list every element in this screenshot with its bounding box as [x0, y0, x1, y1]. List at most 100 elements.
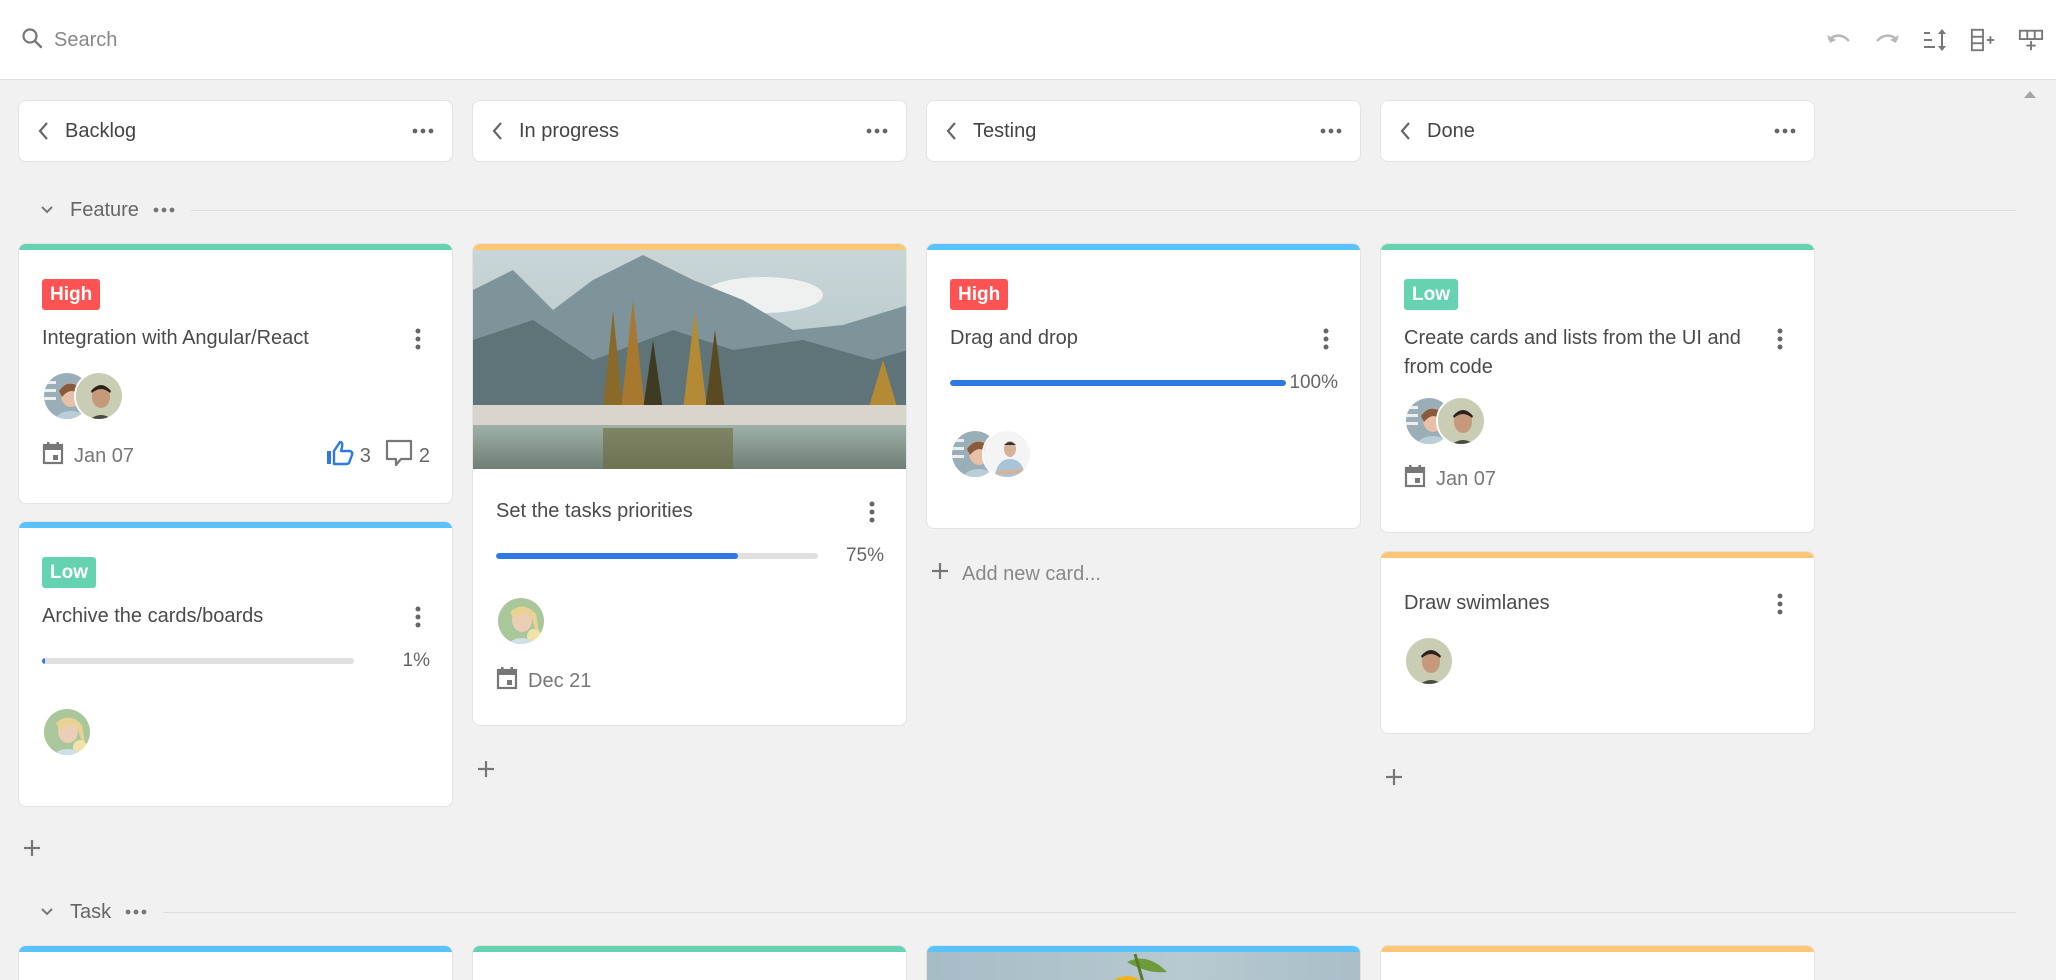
progress-fill — [950, 380, 1286, 386]
search-input[interactable] — [54, 29, 454, 52]
collapse-chevron-left-icon[interactable] — [945, 121, 957, 141]
progress-value: 1% — [402, 650, 430, 671]
add-card-button[interactable] — [22, 838, 42, 864]
progress-value: 75% — [845, 545, 884, 566]
collapse-chevron-left-icon[interactable] — [37, 121, 49, 141]
card-integration[interactable]: High Integration with Angular/React Jan … — [18, 243, 453, 504]
redo-icon[interactable] — [1874, 22, 1900, 58]
card-set-priorities[interactable]: Set the tasks priorities 75% Dec 21 — [472, 243, 907, 726]
comments[interactable]: 2 — [385, 439, 430, 473]
search-icon — [20, 26, 44, 55]
card-archive[interactable]: Low Archive the cards/boards 1% — [18, 521, 453, 807]
avatar[interactable] — [982, 429, 1032, 479]
search-box[interactable] — [20, 26, 454, 55]
chevron-down-icon[interactable] — [40, 205, 54, 215]
add-new-card-button[interactable]: Add new card... — [930, 561, 1101, 587]
thumbs-up-icon — [326, 440, 354, 472]
assignees — [1404, 636, 1792, 686]
add-new-card-label: Add new card... — [962, 562, 1101, 585]
plus-icon — [1384, 767, 1404, 793]
progress: 100% — [950, 371, 1338, 395]
kanban-board: Backlog In progress Testing Done Feature… — [0, 81, 2040, 980]
add-card-button[interactable] — [476, 759, 496, 785]
progress-track — [42, 658, 354, 664]
column-header-in-progress: In progress — [472, 100, 907, 162]
card-draw-swimlanes[interactable]: Draw swimlanes — [1380, 551, 1815, 734]
card-color-stripe — [19, 946, 452, 952]
task-card[interactable] — [18, 945, 453, 980]
avatar[interactable] — [42, 707, 92, 757]
more-vertical-icon[interactable] — [1314, 324, 1338, 353]
calendar-icon — [1404, 464, 1426, 494]
assignees — [42, 707, 430, 757]
avatar[interactable] — [496, 596, 546, 646]
more-vertical-icon[interactable] — [1768, 589, 1792, 618]
card-cover-image — [473, 250, 906, 469]
assignees — [42, 371, 430, 421]
card-title: Archive the cards/boards — [42, 605, 264, 627]
more-vertical-icon[interactable] — [1768, 324, 1792, 353]
add-column-icon[interactable] — [1970, 22, 1996, 58]
card-color-stripe — [1381, 552, 1814, 558]
more-vertical-icon[interactable] — [406, 324, 430, 353]
calendar-icon — [42, 441, 64, 471]
progress-fill — [496, 553, 738, 559]
card-color-stripe — [473, 946, 906, 952]
collapse-chevron-left-icon[interactable] — [491, 121, 503, 141]
priority-badge: High — [42, 279, 101, 310]
sort-icon[interactable] — [1922, 22, 1948, 58]
more-horizontal-icon[interactable] — [1320, 128, 1342, 134]
column-title: In progress — [519, 119, 620, 142]
priority-badge: Low — [1404, 279, 1458, 310]
due-date-text: Dec 21 — [528, 669, 592, 692]
chevron-down-icon[interactable] — [40, 907, 54, 917]
more-horizontal-icon[interactable] — [153, 207, 175, 213]
more-horizontal-icon[interactable] — [1774, 128, 1796, 134]
progress-value: 100% — [1289, 372, 1338, 393]
progress: 75% — [496, 544, 884, 568]
plus-icon — [22, 838, 42, 864]
due-date-text: Jan 07 — [1436, 467, 1497, 490]
card-cover-image — [927, 952, 1360, 980]
more-horizontal-icon[interactable] — [412, 128, 434, 134]
swimlane-divider — [190, 209, 2016, 211]
due-date-text: Jan 07 — [74, 444, 135, 467]
due-date: Jan 07 — [1404, 464, 1496, 494]
task-card[interactable] — [472, 945, 907, 980]
add-card-button[interactable] — [1384, 767, 1404, 793]
due-date: Dec 21 — [496, 666, 591, 696]
more-vertical-icon[interactable] — [860, 497, 884, 526]
progress: 1% — [42, 649, 430, 673]
card-create-cards[interactable]: Low Create cards and lists from the UI a… — [1380, 243, 1815, 533]
progress-fill — [42, 658, 46, 664]
more-horizontal-icon[interactable] — [866, 128, 888, 134]
swimlane-feature: Feature — [0, 195, 2016, 225]
avatar[interactable] — [1404, 636, 1454, 686]
calendar-icon — [496, 666, 518, 696]
undo-icon[interactable] — [1826, 22, 1852, 58]
scrollbar-up-arrow[interactable] — [2024, 91, 2036, 98]
comments-count: 2 — [418, 444, 430, 467]
card-drag-and-drop[interactable]: High Drag and drop 100% — [926, 243, 1361, 529]
column-title: Testing — [973, 119, 1037, 142]
column-header-done: Done — [1380, 100, 1815, 162]
task-card[interactable] — [926, 945, 1361, 980]
avatar[interactable] — [74, 371, 124, 421]
progress-track — [950, 380, 1286, 386]
progress-track — [496, 553, 818, 559]
column-header-backlog: Backlog — [18, 100, 453, 162]
more-vertical-icon[interactable] — [406, 602, 430, 631]
likes[interactable]: 3 — [326, 440, 371, 472]
task-card[interactable] — [1380, 945, 1815, 980]
collapse-chevron-left-icon[interactable] — [1399, 121, 1411, 141]
toolbar — [0, 0, 2056, 80]
add-row-icon[interactable] — [2018, 22, 2044, 58]
column-title: Backlog — [65, 119, 137, 142]
assignees — [496, 596, 884, 646]
more-horizontal-icon[interactable] — [125, 909, 147, 915]
likes-count: 3 — [359, 444, 371, 467]
comment-icon — [385, 439, 413, 473]
avatar[interactable] — [1436, 396, 1486, 446]
card-title: Create cards and lists from the UI and f… — [1404, 327, 1741, 378]
assignees — [950, 429, 1338, 479]
